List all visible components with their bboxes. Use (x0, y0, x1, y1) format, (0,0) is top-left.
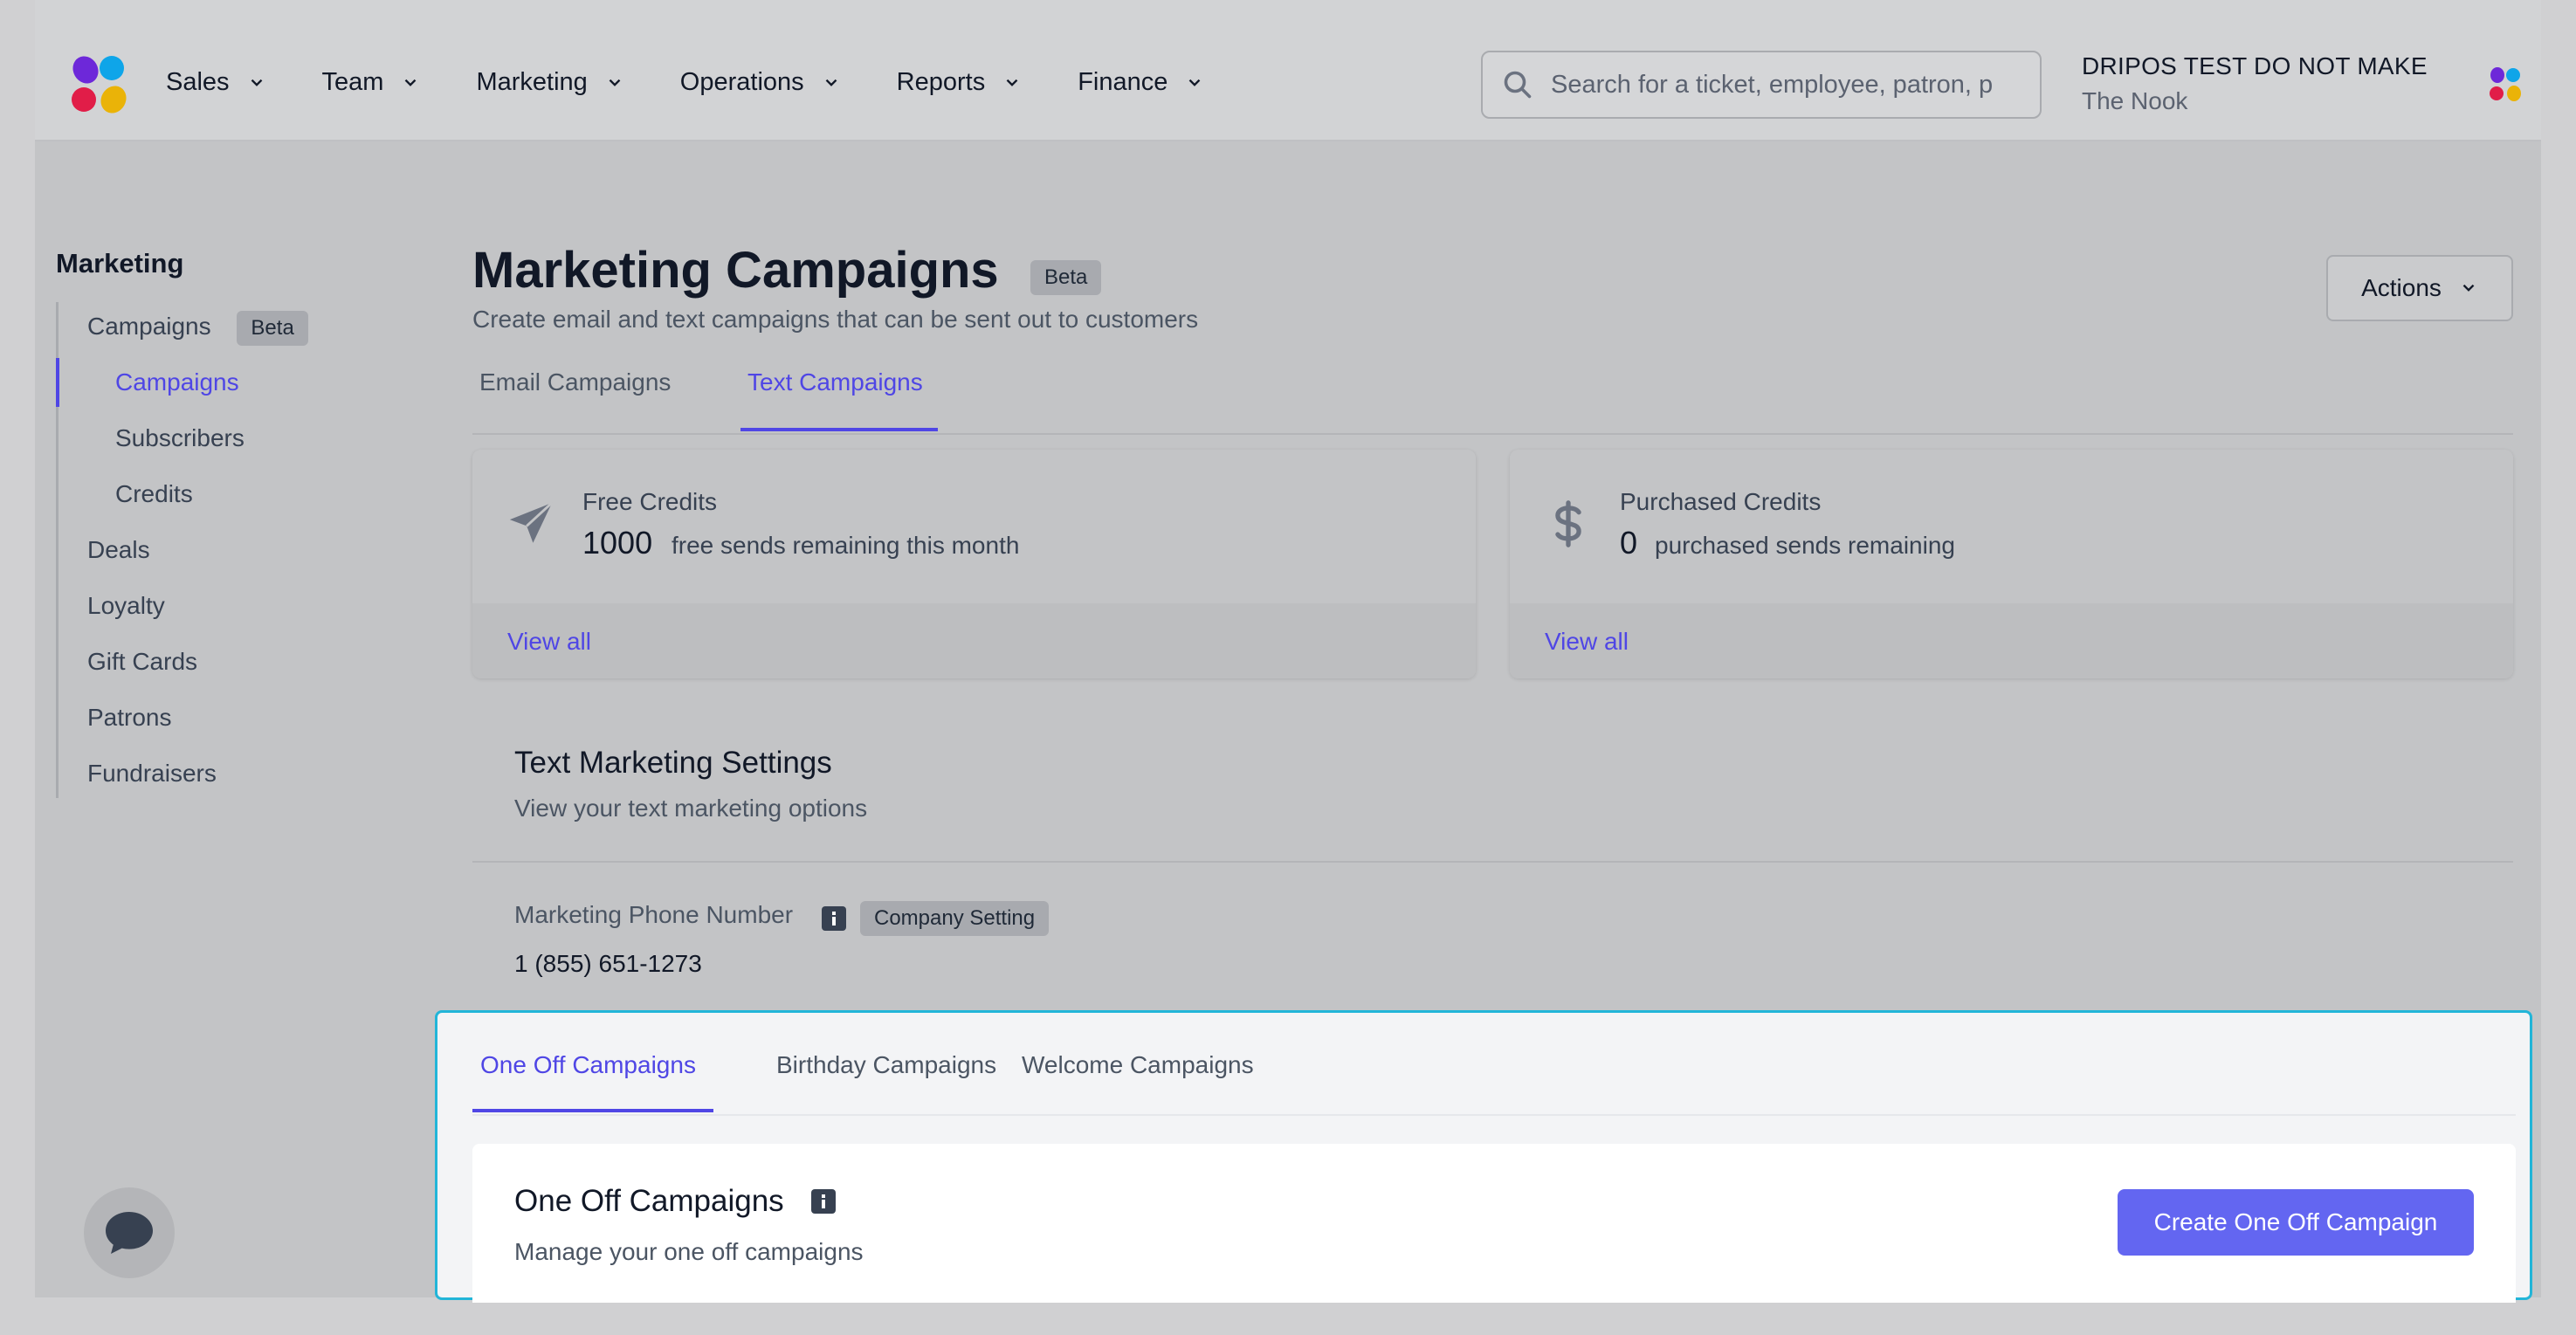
search-box (1481, 51, 2042, 119)
one-off-campaigns-card: One Off Campaigns Manage your one off ca… (472, 1144, 2516, 1303)
company-avatar-icon[interactable] (2485, 65, 2525, 105)
actions-button[interactable]: Actions (2326, 255, 2513, 321)
tab-welcome-campaigns[interactable]: Welcome Campaigns (1022, 1051, 1254, 1079)
nav-label: Marketing (476, 68, 588, 96)
phone-number-label: Marketing Phone Number (514, 901, 794, 928)
chevron-down-icon (251, 79, 262, 86)
beta-badge: Beta (1030, 260, 1102, 295)
sidebar-active-indicator (56, 358, 59, 407)
card-footer (1510, 603, 2513, 678)
sidebar-item-campaigns[interactable]: Campaigns (115, 368, 239, 396)
dollar-icon (1555, 500, 1581, 547)
phone-number-value: 1 (855) 651-1273 (514, 950, 702, 977)
nav-sales[interactable]: Sales (166, 68, 266, 97)
info-icon[interactable] (811, 1189, 836, 1214)
sidebar-item-patrons[interactable]: Patrons (87, 704, 172, 732)
sidebar-item-label: Campaigns (87, 313, 211, 340)
sidebar-title: Marketing (56, 248, 184, 279)
sidebar-item-loyalty[interactable]: Loyalty (87, 592, 165, 620)
sub-tab-active-underline (472, 1109, 713, 1112)
credit-value: 1000 (582, 525, 653, 561)
dripos-logo-icon[interactable] (66, 52, 133, 119)
credit-description: free sends remaining this month (672, 532, 1020, 559)
sidebar-item-campaigns-group[interactable]: Campaigns Beta (87, 311, 308, 346)
beta-badge: Beta (237, 311, 308, 346)
free-credits-card: Free Credits 1000 free sends remaining t… (472, 450, 1476, 678)
sidebar-item-credits[interactable]: Credits (115, 480, 193, 508)
one-off-title: One Off Campaigns (514, 1184, 784, 1218)
view-all-link[interactable]: View all (507, 628, 591, 656)
chevron-down-icon (2462, 284, 2475, 292)
tab-email-campaigns[interactable]: Email Campaigns (479, 368, 671, 396)
create-one-off-campaign-button[interactable]: Create One Off Campaign (2118, 1189, 2474, 1256)
location-name: The Nook (2082, 87, 2188, 114)
card-top (1510, 450, 2513, 603)
nav-reports[interactable]: Reports (897, 68, 1023, 97)
sidebar-item-subscribers[interactable]: Subscribers (115, 424, 245, 452)
chat-bubble-icon (106, 1212, 153, 1254)
purchased-credits-card: Purchased Credits 0 purchased sends rema… (1510, 450, 2513, 678)
tab-text-campaigns[interactable]: Text Campaigns (747, 368, 923, 396)
chevron-down-icon (1006, 79, 1018, 86)
campaign-types-panel: One Off Campaigns Birthday Campaigns Wel… (435, 1010, 2532, 1303)
chevron-down-icon (825, 79, 837, 86)
nav-label: Team (321, 68, 384, 96)
tabs-divider (472, 433, 2513, 435)
chat-support-button[interactable] (84, 1187, 175, 1278)
nav-team[interactable]: Team (322, 68, 421, 97)
company-switcher[interactable]: DRIPOS TEST DO NOT MAKE The Nook (2082, 52, 2428, 115)
credit-label: Free Credits (582, 488, 718, 515)
credit-description: purchased sends remaining (1655, 532, 1955, 559)
company-name: DRIPOS TEST DO NOT MAKE (2082, 52, 2428, 79)
credit-value: 0 (1620, 525, 1638, 561)
page-title: Marketing Campaigns (472, 242, 999, 299)
search-icon (1504, 71, 1532, 99)
sidebar-item-fundraisers[interactable]: Fundraisers (87, 760, 217, 788)
nav-label: Operations (679, 68, 804, 96)
sidebar-item-gift-cards[interactable]: Gift Cards (87, 648, 197, 676)
sidebar-item-deals[interactable]: Deals (87, 536, 150, 564)
text-marketing-settings-card: Text Marketing Settings View your text m… (472, 707, 2513, 1022)
settings-divider (472, 861, 2513, 863)
company-setting-badge: Company Setting (860, 901, 1050, 936)
tab-birthday-campaigns[interactable]: Birthday Campaigns (776, 1051, 996, 1079)
sub-tabs-divider (472, 1114, 2516, 1116)
search-input[interactable] (1551, 70, 2022, 100)
chevron-down-icon (405, 79, 417, 86)
card-footer (472, 603, 1476, 678)
credit-label: Purchased Credits (1620, 488, 1822, 515)
nav-operations[interactable]: Operations (680, 68, 841, 97)
settings-title: Text Marketing Settings (514, 746, 832, 780)
tab-one-off-campaigns[interactable]: One Off Campaigns (480, 1051, 696, 1079)
nav-label: Sales (166, 68, 230, 96)
nav-label: Reports (896, 68, 986, 96)
nav-marketing[interactable]: Marketing (476, 68, 623, 97)
main-nav: Sales Team Marketing Operations Reports … (166, 68, 1260, 97)
actions-label: Actions (2361, 274, 2442, 301)
one-off-subtitle: Manage your one off campaigns (514, 1238, 864, 1265)
chevron-down-icon (1189, 79, 1201, 86)
chevron-down-icon (609, 79, 621, 86)
nav-finance[interactable]: Finance (1078, 68, 1204, 97)
settings-subtitle: View your text marketing options (514, 795, 868, 822)
nav-label: Finance (1078, 68, 1168, 96)
info-icon[interactable] (822, 906, 846, 931)
paper-plane-icon (509, 501, 554, 543)
view-all-link[interactable]: View all (1545, 628, 1629, 656)
tab-active-underline (740, 428, 938, 431)
page-subtitle: Create email and text campaigns that can… (472, 306, 1199, 333)
top-nav-bar: Sales Team Marketing Operations Reports … (35, 0, 2541, 141)
